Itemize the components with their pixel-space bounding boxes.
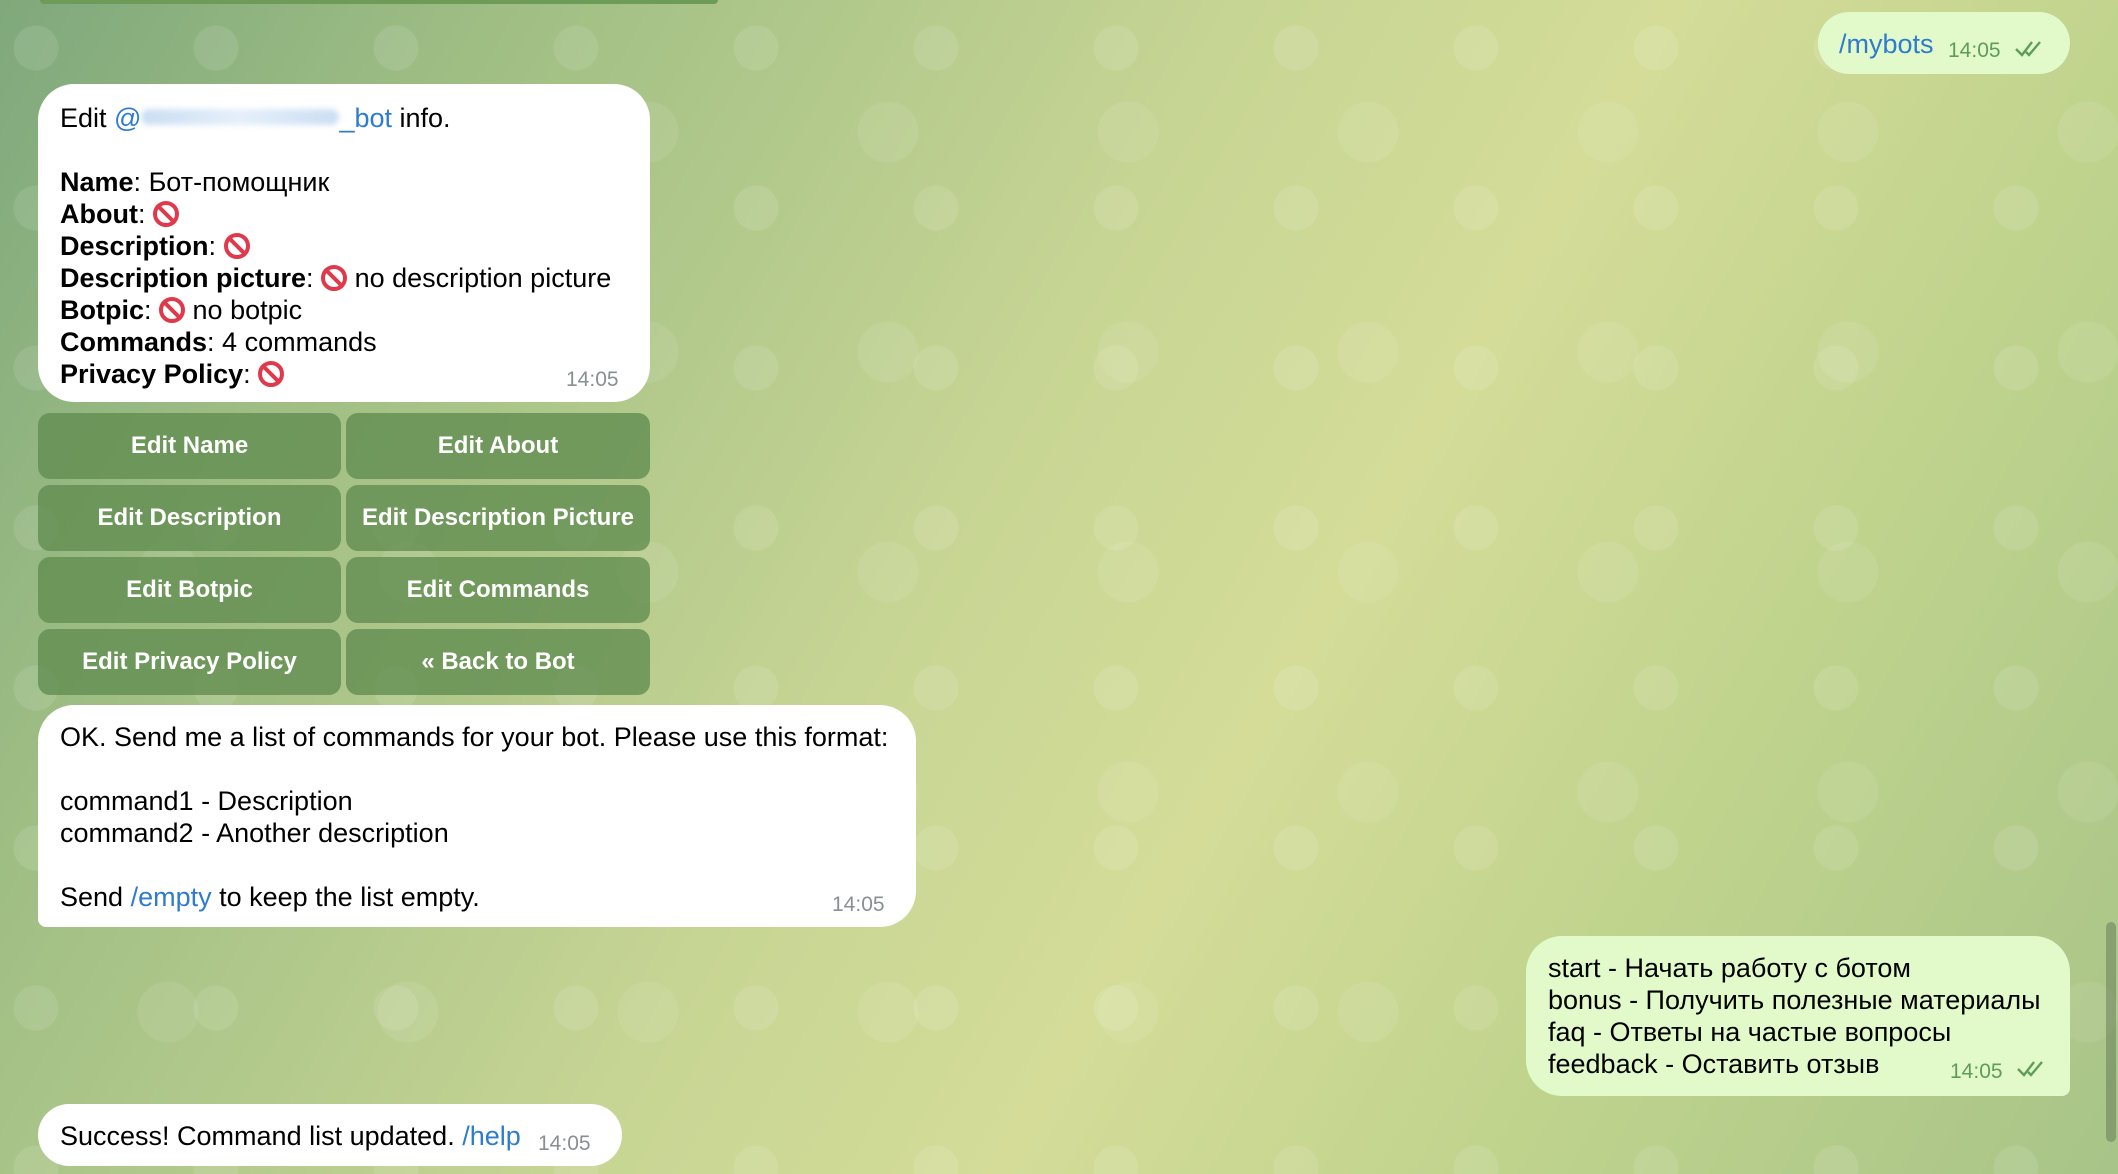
description-picture-row: Description picture: no description pict… [60, 263, 612, 293]
about-row: About: [60, 198, 611, 230]
message-time: 14:05 [566, 368, 619, 391]
message-time: 14:05 [1948, 39, 2001, 62]
back-to-bot-button[interactable]: « Back to Bot [346, 629, 650, 695]
success-text: Success! Command list updated. /help [60, 1121, 521, 1151]
forbidden-icon [321, 265, 348, 291]
edit-commands-button[interactable]: Edit Commands [346, 557, 650, 623]
bot-info-message[interactable]: Edit @ _bot info. Name: Бот-помощник Abou… [38, 84, 650, 402]
edit-description-picture-button[interactable]: Edit Description Picture [346, 485, 650, 551]
outgoing-mybots-message[interactable]: /mybots 14:05 [1818, 12, 2070, 74]
read-checks-icon [2017, 1061, 2043, 1077]
edit-botpic-button[interactable]: Edit Botpic [38, 557, 341, 623]
empty-command-link[interactable]: /empty [131, 882, 212, 912]
read-checks-icon [2015, 41, 2041, 57]
name-row: Name: Бот-помощник [60, 167, 330, 197]
message-time: 14:05 [1950, 1060, 2003, 1083]
edit-bot-line: Edit @ _bot info. [60, 103, 451, 133]
forbidden-icon [258, 361, 285, 387]
forbidden-icon [223, 233, 250, 259]
edit-description-button[interactable]: Edit Description [38, 485, 341, 551]
commands-prompt-message[interactable]: OK. Send me a list of commands for your … [38, 705, 916, 927]
edit-name-button[interactable]: Edit Name [38, 413, 341, 479]
previous-message-edge [40, 0, 718, 4]
info-list: Name: Бот-помощник About: Description: D… [60, 166, 611, 390]
description-row: Description: [60, 230, 611, 262]
privacy-row: Privacy Policy: [60, 358, 611, 390]
forbidden-icon [159, 297, 186, 323]
outgoing-commands-message[interactable]: start - Начать работу с ботом bonus - По… [1526, 936, 2070, 1096]
help-command-link[interactable]: /help [462, 1121, 521, 1151]
prompt-text: OK. Send me a list of commands for your … [60, 722, 889, 912]
success-message[interactable]: Success! Command list updated. /help 14:… [38, 1104, 622, 1166]
bot-handle-link[interactable]: @ _bot [114, 103, 392, 133]
mybots-command-link[interactable]: /mybots [1839, 28, 1934, 60]
edit-about-button[interactable]: Edit About [346, 413, 650, 479]
edit-privacy-policy-button[interactable]: Edit Privacy Policy [38, 629, 341, 695]
redacted-handle [141, 109, 340, 125]
botpic-row: Botpic: no botpic [60, 295, 303, 325]
message-time: 14:05 [832, 893, 885, 916]
chat-scrollbar[interactable] [2106, 922, 2116, 1142]
forbidden-icon [152, 201, 179, 227]
message-time: 14:05 [538, 1132, 591, 1155]
commands-row: Commands: 4 commands [60, 327, 377, 357]
